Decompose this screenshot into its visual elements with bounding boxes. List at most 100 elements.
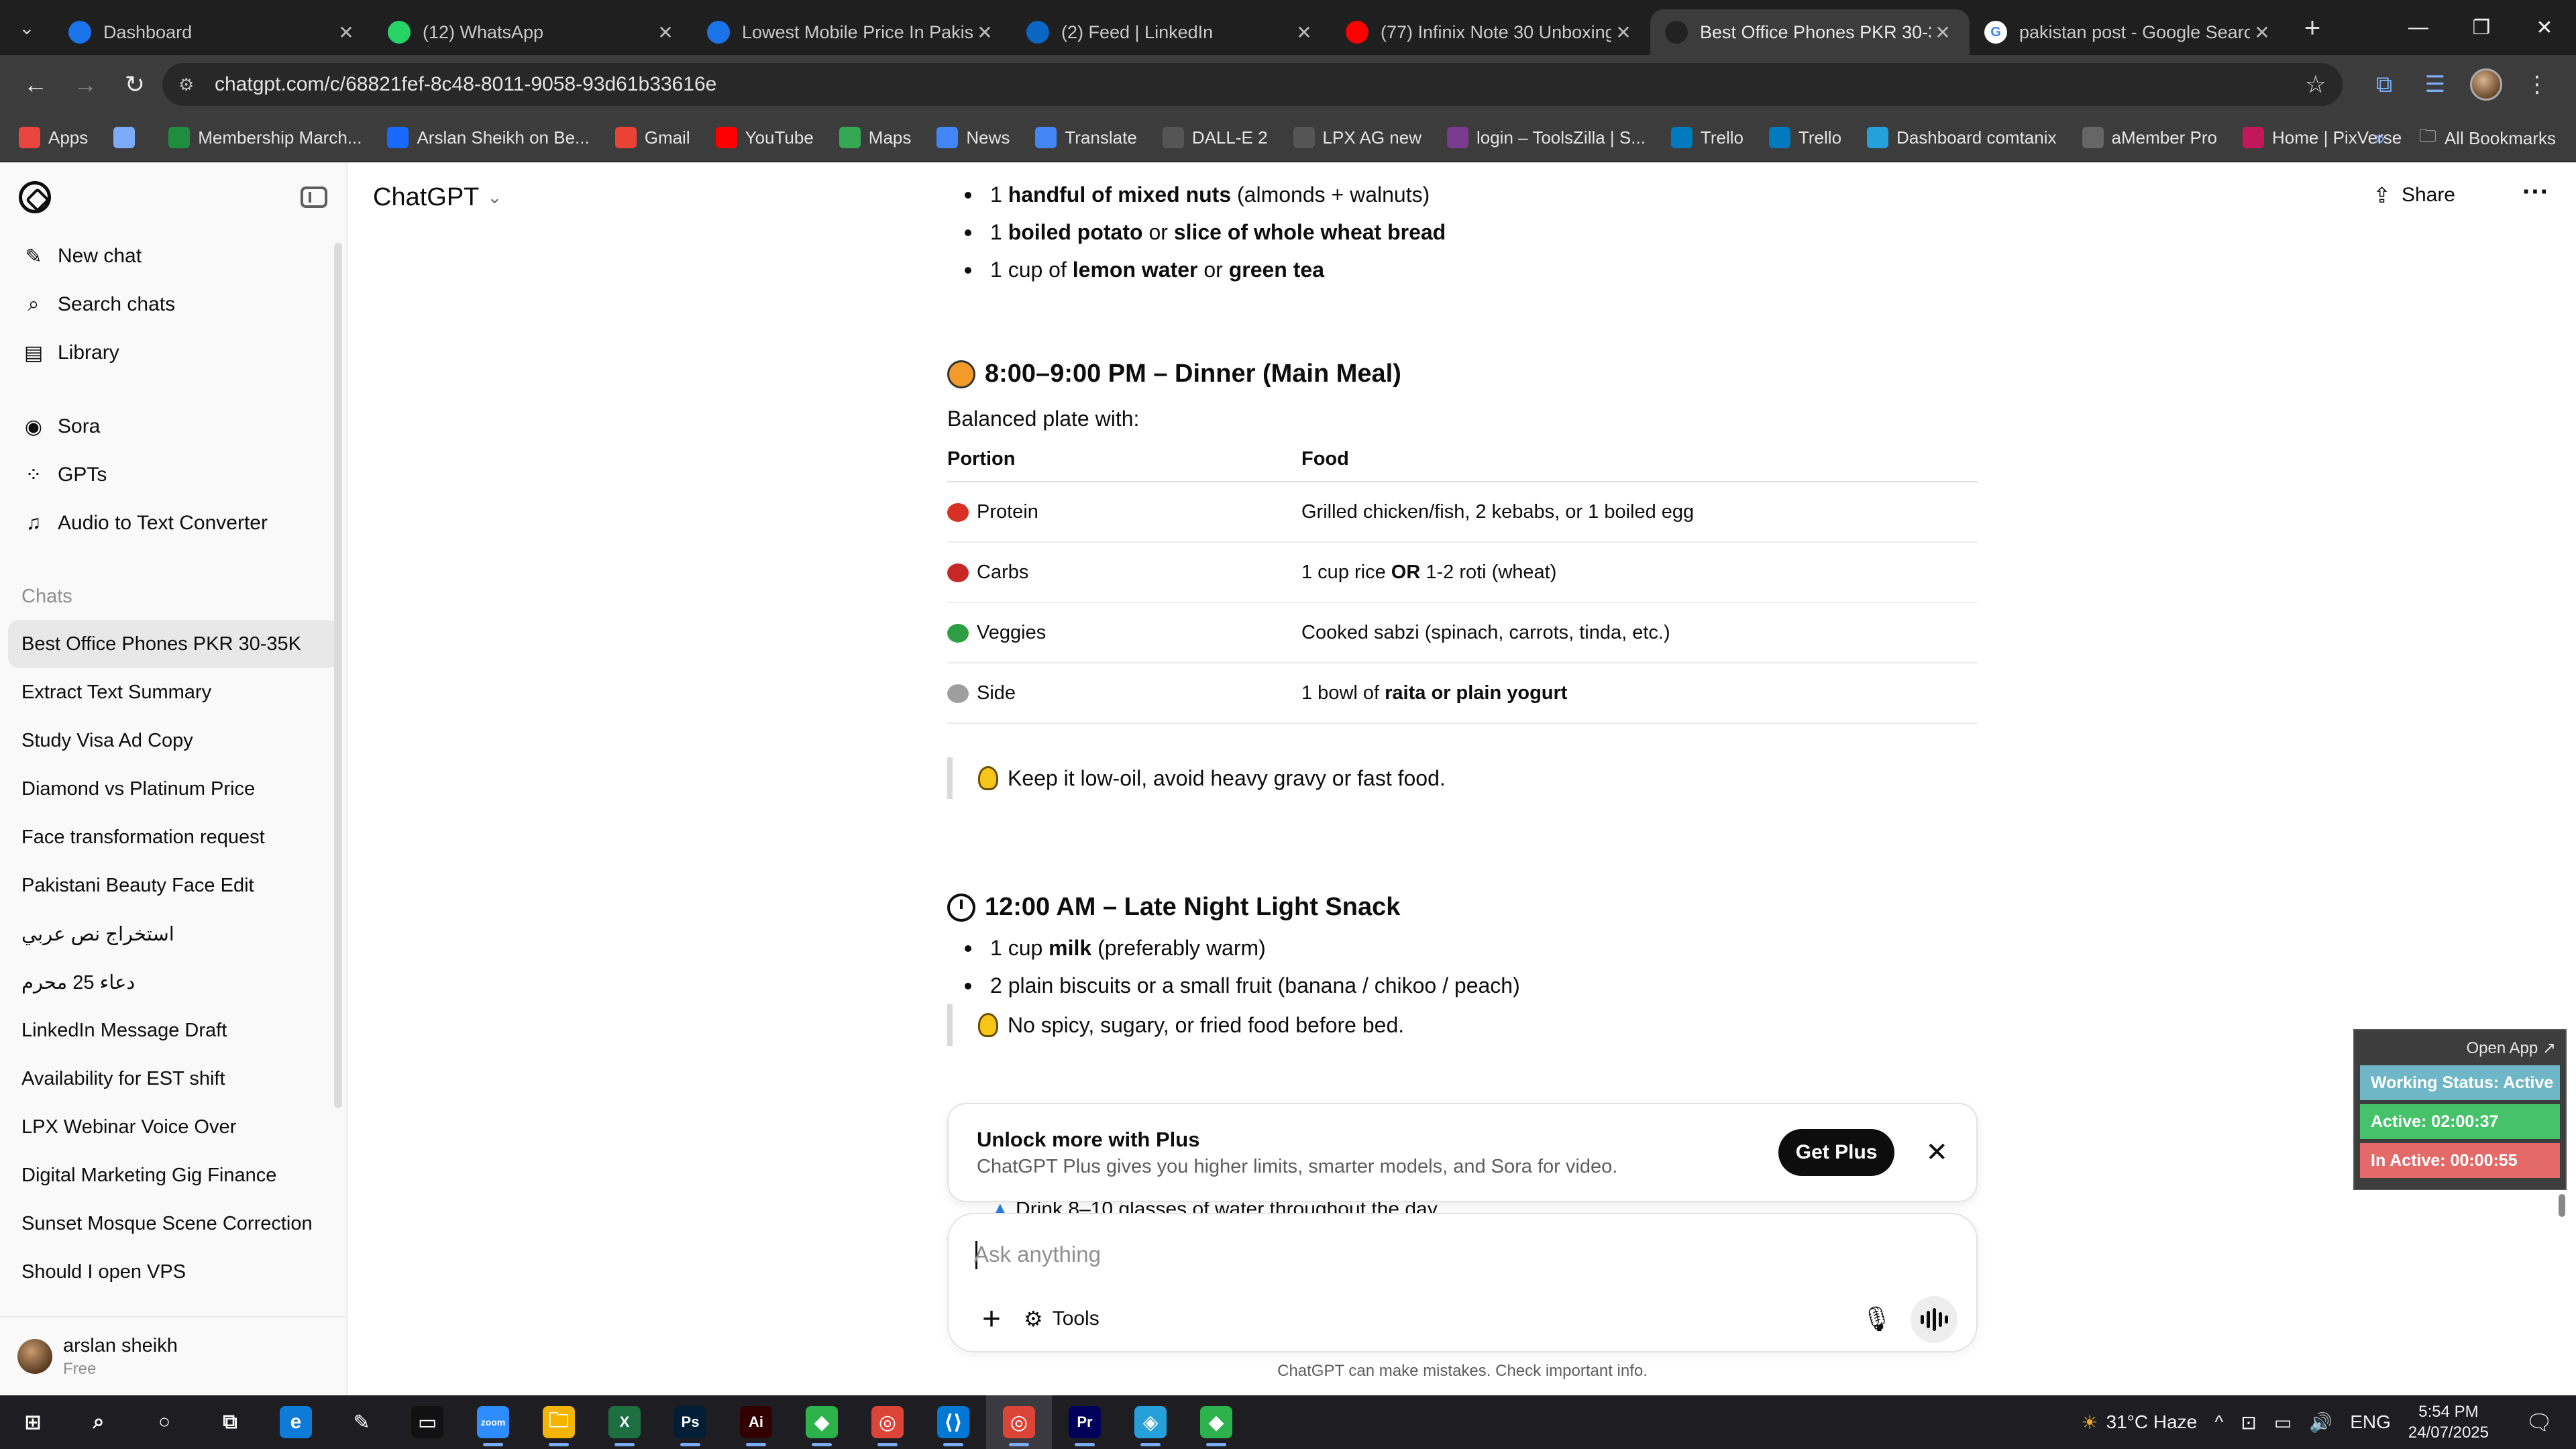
bookmark-item[interactable]: aMember Pro	[2082, 127, 2217, 148]
notification-icon[interactable]: 🗨	[2516, 1409, 2563, 1435]
chat-history-item[interactable]: استخراج نص عربي	[8, 910, 338, 958]
volume-icon[interactable]: 🔊	[2309, 1411, 2332, 1434]
chat-history-item[interactable]: دعاء 25 محرم	[8, 958, 338, 1006]
attach-plus-icon[interactable]: +	[971, 1299, 1012, 1339]
close-icon[interactable]: ✕	[1925, 1137, 1948, 1168]
more-options-icon[interactable]: ···	[2522, 177, 2549, 207]
bookmark-item[interactable]: Dashboard comtanix	[1867, 127, 2057, 148]
site-info-icon[interactable]: ⚙	[178, 74, 205, 95]
taskbar-app[interactable]: e	[263, 1395, 329, 1449]
sidebar-scrollbar[interactable]	[334, 243, 342, 1108]
voice-mode-button[interactable]	[1911, 1296, 1957, 1343]
more-bookmarks-icon[interactable]: »	[2374, 127, 2385, 150]
get-plus-button[interactable]: Get Plus	[1778, 1129, 1895, 1176]
share-button[interactable]: ⇪ Share	[2373, 182, 2455, 208]
taskbar-app[interactable]: ⌕	[66, 1395, 131, 1449]
chat-history-item[interactable]: Extract Text Summary	[8, 668, 338, 716]
bookmark-item[interactable]: Trello	[1768, 127, 1841, 148]
taskbar-app[interactable]: ◎	[986, 1395, 1052, 1449]
tab-close-icon[interactable]: ✕	[1292, 21, 1316, 44]
tab-close-icon[interactable]: ✕	[653, 21, 678, 44]
browser-menu-icon[interactable]: ⋮	[2512, 63, 2563, 106]
tools-button[interactable]: ⚙ Tools	[1024, 1299, 1099, 1339]
minimize-icon[interactable]: —	[2387, 0, 2450, 55]
bookmark-item[interactable]: LPX AG new	[1293, 127, 1421, 148]
restore-icon[interactable]: ❐	[2450, 0, 2513, 55]
taskbar-app[interactable]: ○	[131, 1395, 197, 1449]
open-app-link[interactable]: Open App ↗	[2355, 1030, 2565, 1065]
bookmark-item[interactable]: DALL-E 2	[1162, 127, 1268, 148]
browser-tab[interactable]: Dashboard ✕	[54, 9, 373, 55]
taskbar-app[interactable]: Ai	[723, 1395, 789, 1449]
back-arrow-icon[interactable]: ←	[13, 62, 58, 107]
bookmark-item[interactable]: Membership March...	[168, 127, 362, 148]
chat-history-item[interactable]: LinkedIn Message Draft	[8, 1006, 338, 1055]
bookmark-item[interactable]: Gmail	[614, 127, 690, 148]
clock[interactable]: 5:54 PM 24/07/2025	[2408, 1401, 2489, 1443]
profile-avatar[interactable]	[2461, 63, 2512, 106]
extensions-icon[interactable]: ⧉	[2359, 63, 2410, 106]
bookmark-item[interactable]: News	[936, 127, 1010, 148]
bookmark-item[interactable]: Trello	[1670, 127, 1743, 148]
chat-history-item[interactable]: Should I open VPS	[8, 1248, 338, 1296]
tab-close-icon[interactable]: ✕	[1611, 21, 1635, 44]
bookmark-item[interactable]: Translate	[1035, 127, 1137, 148]
tab-close-icon[interactable]: ✕	[334, 21, 358, 44]
sidebar-item-audio-to-text-converter[interactable]: ♫ Audio to Text Converter	[8, 499, 338, 547]
taskbar-app[interactable]: X	[592, 1395, 657, 1449]
chat-history-item[interactable]: Face transformation request	[8, 813, 338, 861]
language-indicator[interactable]: ENG	[2350, 1411, 2391, 1433]
bookmark-item[interactable]: Maps	[839, 127, 911, 148]
bookmark-item[interactable]	[113, 127, 143, 148]
chevron-down-icon[interactable]: ⌄	[487, 187, 502, 208]
new-tab-button[interactable]: +	[2289, 0, 2336, 55]
taskbar-app[interactable]: Ps	[657, 1395, 723, 1449]
tab-close-icon[interactable]: ✕	[973, 21, 997, 44]
taskbar-app[interactable]: ◆	[789, 1395, 855, 1449]
tab-close-icon[interactable]: ✕	[2250, 21, 2274, 44]
chat-history-item[interactable]: Study Visa Ad Copy	[8, 716, 338, 765]
meet-now-icon[interactable]: ⊡	[2241, 1411, 2256, 1434]
taskbar-app[interactable]: ◎	[855, 1395, 920, 1449]
taskbar-app[interactable]: Pr	[1052, 1395, 1118, 1449]
sidebar-toggle-icon[interactable]	[301, 186, 327, 208]
taskbar-app[interactable]: ⟨⟩	[920, 1395, 986, 1449]
sidebar-item-library[interactable]: ▤ Library	[8, 329, 338, 377]
microphone-icon[interactable]: 🎙	[1858, 1300, 1896, 1338]
chat-history-item[interactable]: Digital Marketing Gig Finance	[8, 1151, 338, 1199]
taskbar-app[interactable]: ◈	[1118, 1395, 1183, 1449]
sidebar-item-search-chats[interactable]: ⌕ Search chats	[8, 280, 338, 329]
bookmark-item[interactable]: Arslan Sheikh on Be...	[387, 127, 590, 148]
bookmark-item[interactable]: Apps	[19, 127, 88, 148]
chat-history-item[interactable]: Pakistani Beauty Face Edit	[8, 861, 338, 910]
tab-close-icon[interactable]: ✕	[1931, 21, 1955, 44]
reading-list-icon[interactable]: ☰	[2410, 63, 2461, 106]
taskbar-app[interactable]: ◆	[1183, 1395, 1249, 1449]
bookmark-star-icon[interactable]: ☆	[2305, 70, 2326, 99]
browser-tab[interactable]: (77) Infinix Note 30 Unboxing | ✕	[1331, 9, 1650, 55]
chat-history-item[interactable]: Diamond vs Platinum Price	[8, 765, 338, 813]
prompt-input[interactable]	[974, 1234, 1913, 1275]
sidebar-item-new-chat[interactable]: ✎ New chat	[8, 232, 338, 280]
main-scrollbar[interactable]	[2559, 1194, 2565, 1217]
browser-tab[interactable]: Lowest Mobile Price In Pakistan✕	[692, 9, 1012, 55]
taskbar-app[interactable]: ▭	[394, 1395, 460, 1449]
chat-history-item[interactable]: Best Office Phones PKR 30-35K	[8, 620, 338, 668]
all-bookmarks-link[interactable]: All Bookmarks	[2445, 128, 2556, 149]
browser-tab[interactable]: Best Office Phones PKR 30-35K✕	[1650, 9, 1970, 55]
chat-history-item[interactable]: Sunset Mosque Scene Correction	[8, 1199, 338, 1248]
reload-icon[interactable]: ↻	[113, 62, 157, 107]
taskbar-app[interactable]: zoom	[460, 1395, 526, 1449]
forward-arrow-icon[interactable]: →	[63, 62, 107, 107]
sidebar-item-gpts[interactable]: ⁘ GPTs	[8, 451, 338, 499]
taskbar-app[interactable]: 🗀	[526, 1395, 592, 1449]
chat-history-item[interactable]: LPX Webinar Voice Over	[8, 1103, 338, 1151]
chatgpt-logo-icon[interactable]	[19, 181, 51, 213]
bookmark-item[interactable]: login – ToolsZilla | S...	[1446, 127, 1646, 148]
close-window-icon[interactable]: ✕	[2513, 0, 2576, 55]
browser-tab[interactable]: (12) WhatsApp ✕	[373, 9, 692, 55]
chat-history-item[interactable]: Availability for EST shift	[8, 1055, 338, 1103]
browser-tab[interactable]: Gpakistan post - Google Search ✕	[1970, 9, 2289, 55]
url-text[interactable]: chatgpt.com/c/68821fef-8c48-8011-9058-93…	[215, 73, 2305, 96]
weather-widget[interactable]: ☀ 31°C Haze	[2081, 1411, 2197, 1434]
